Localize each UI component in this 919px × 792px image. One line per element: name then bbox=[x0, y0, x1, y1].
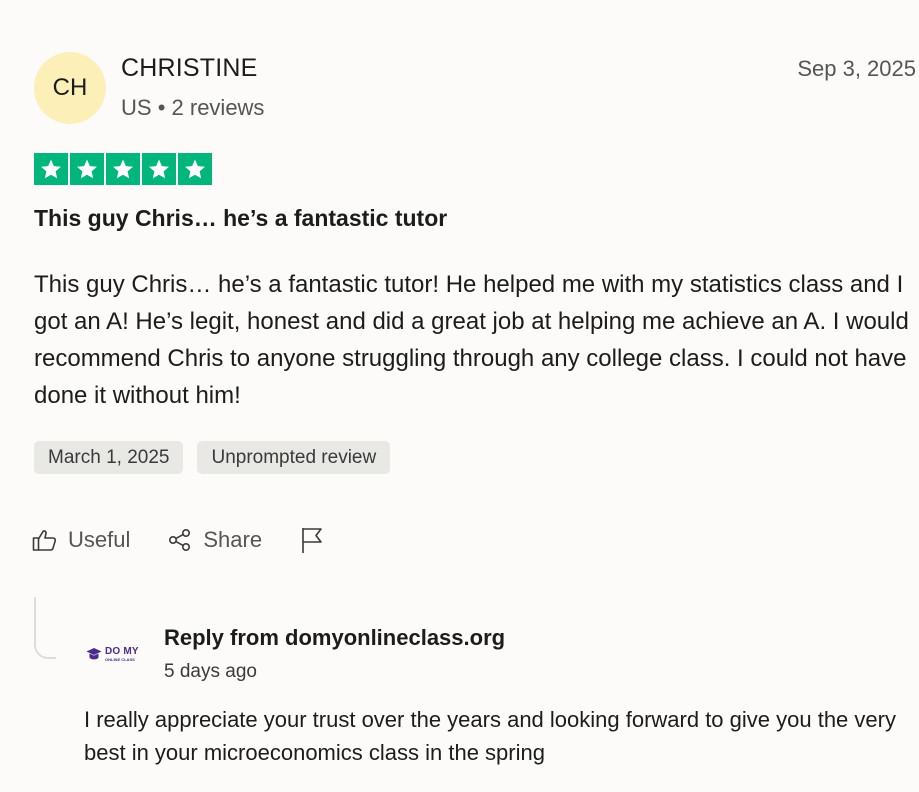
review-date: Sep 3, 2025 bbox=[797, 56, 916, 81]
share-label: Share bbox=[203, 527, 263, 552]
avatar-initials: CH bbox=[52, 74, 88, 101]
logo-main-text: DO MY bbox=[105, 645, 139, 657]
share-button[interactable]: Share bbox=[167, 527, 262, 553]
company-logo[interactable]: DO MY ONLINE CLASS bbox=[86, 641, 146, 667]
reviewer-meta: US • 2 reviews bbox=[121, 95, 264, 121]
star-icon bbox=[70, 153, 104, 185]
reviewer-name[interactable]: CHRISTINE bbox=[121, 54, 258, 83]
reply-connector bbox=[34, 597, 56, 659]
reviewer-review-count: 2 reviews bbox=[171, 95, 265, 120]
star-icon bbox=[34, 153, 68, 185]
review-actions: Useful Share bbox=[32, 526, 362, 554]
logo-sub-text: ONLINE CLASS bbox=[105, 656, 135, 662]
graduation-cap-icon bbox=[86, 648, 102, 660]
report-button[interactable] bbox=[299, 526, 325, 554]
avatar[interactable]: CH bbox=[34, 52, 106, 124]
review-title: This guy Chris… he’s a fantastic tutor bbox=[34, 205, 448, 231]
useful-button[interactable]: Useful bbox=[32, 527, 130, 553]
reply-body: I really appreciate your trust over the … bbox=[84, 707, 896, 765]
reviewer-country: US bbox=[121, 95, 152, 120]
thumbs-up-icon bbox=[32, 528, 58, 552]
meta-separator: • bbox=[157, 95, 166, 120]
flag-icon bbox=[299, 526, 325, 554]
share-icon bbox=[167, 528, 193, 552]
useful-label: Useful bbox=[68, 527, 131, 552]
review-tags: March 1, 2025 Unprompted review bbox=[34, 441, 391, 474]
review-body: This guy Chris… he’s a fantastic tutor! … bbox=[34, 271, 909, 409]
star-icon bbox=[106, 153, 140, 185]
logo-wordmark: DO MY ONLINE CLASS bbox=[105, 645, 139, 662]
star-rating bbox=[34, 153, 212, 185]
review-card: CH CHRISTINE US • 2 reviews Sep 3, 2025 … bbox=[0, 0, 919, 792]
review-type-tag[interactable]: Unprompted review bbox=[197, 441, 391, 474]
reply-from: Reply from domyonlineclass.org bbox=[164, 625, 506, 650]
star-icon bbox=[178, 153, 212, 185]
reply-date: 5 days ago bbox=[164, 661, 257, 682]
experience-date-tag: March 1, 2025 bbox=[34, 441, 184, 474]
star-icon bbox=[142, 153, 176, 185]
